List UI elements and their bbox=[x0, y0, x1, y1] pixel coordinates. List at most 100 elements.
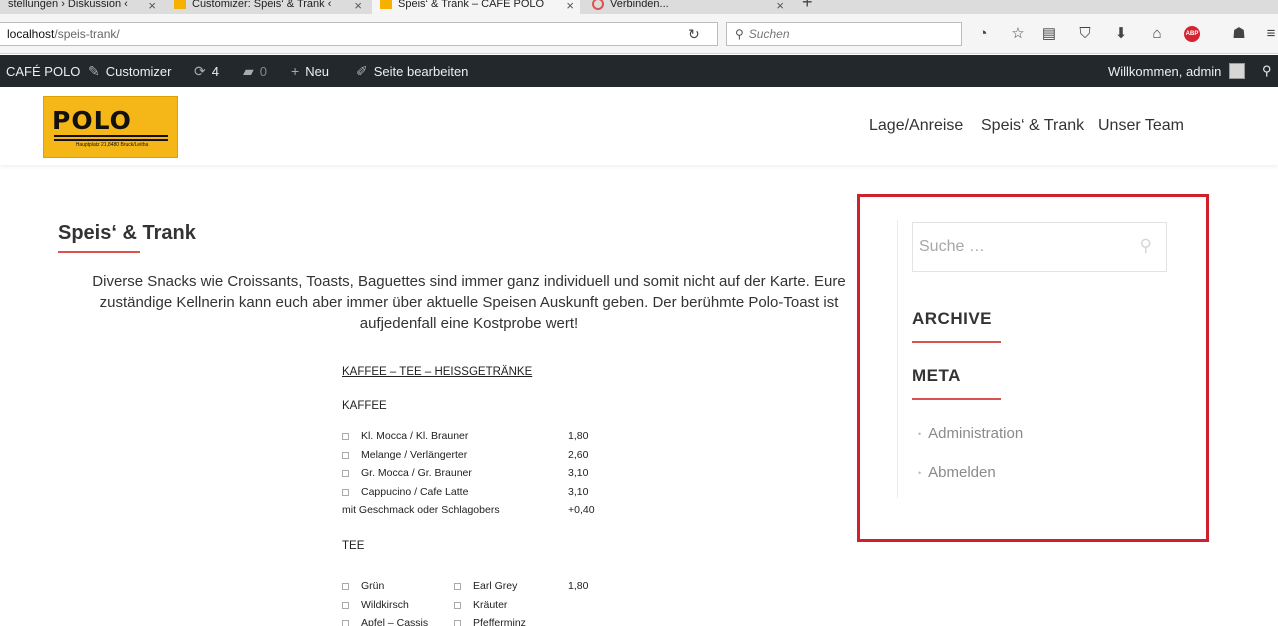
menu-item: Kl. Mocca / Kl. Brauner 1,80 bbox=[330, 430, 630, 444]
browser-tab[interactable]: Customizer: Speis‘ & Trank ‹ × bbox=[166, 0, 368, 14]
comments-count: 0 bbox=[259, 63, 268, 79]
updates-icon: ⟳ bbox=[194, 62, 206, 79]
site-name-label: CAFÉ POLO bbox=[6, 63, 81, 79]
title-underline bbox=[58, 251, 140, 253]
tab-close-icon[interactable]: × bbox=[566, 0, 574, 13]
url-bar[interactable]: localhost/speis-trank/ bbox=[0, 22, 718, 46]
menu-item-price: 2,60 bbox=[568, 449, 589, 461]
browser-tab[interactable]: Verbinden... × bbox=[584, 0, 790, 14]
menu-section-kaffee: KAFFEE bbox=[342, 400, 387, 412]
extension-icon[interactable]: ☗ bbox=[1230, 25, 1248, 43]
admin-updates-link[interactable]: ⟳ 4 bbox=[194, 55, 219, 87]
bullet-box bbox=[454, 602, 461, 609]
browser-search-input[interactable]: ⚲ Suchen bbox=[726, 22, 962, 46]
tab-label: Speis‘ & Trank – CAFÉ POLO bbox=[398, 0, 545, 10]
site-logo[interactable]: POLO Hauptplatz 21,8480 Bruck/Leitha bbox=[43, 96, 178, 158]
tab-label: stellungen › Diskussion ‹ bbox=[8, 0, 128, 10]
tab-favicon-icon bbox=[380, 0, 392, 9]
tab-close-icon[interactable]: × bbox=[776, 0, 784, 13]
intro-text: Diverse Snacks wie Croissants, Toasts, B… bbox=[76, 271, 862, 334]
nav-item-lage-anreise[interactable]: Lage/Anreise bbox=[869, 117, 963, 135]
customizer-label: Customizer bbox=[105, 63, 172, 79]
browser-tab-strip: stellungen › Diskussion ‹ × Customizer: … bbox=[0, 0, 1278, 14]
menu-item: Wildkirsch Kräuter bbox=[330, 599, 630, 613]
menu-item-price: 3,10 bbox=[568, 467, 589, 479]
bullet-box bbox=[342, 602, 349, 609]
menu-item-name: Melange / Verlängerter bbox=[361, 449, 468, 461]
page-title: Speis‘ & Trank bbox=[58, 222, 196, 244]
menu-heading: KAFFEE – TEE – HEISSGETRÄNKE bbox=[342, 366, 533, 378]
brush-icon: ✎ bbox=[88, 62, 100, 79]
menu-item-extra: mit Geschmack oder Schlagobers +0,40 bbox=[330, 504, 630, 518]
search-icon: ⚲ bbox=[1262, 63, 1272, 78]
star-icon[interactable]: ☆ bbox=[1009, 25, 1027, 43]
adblock-icon[interactable]: ABP bbox=[1184, 26, 1200, 42]
menu-item-name: Kräuter bbox=[473, 599, 508, 611]
menu-item-name: Pfefferminz bbox=[473, 617, 526, 626]
updates-count: 4 bbox=[211, 63, 219, 79]
menu-item-price: 3,10 bbox=[568, 486, 589, 498]
browser-navbar: localhost/speis-trank/ ↻ ⚲ Suchen ◔ ☆ ▤ … bbox=[0, 14, 1278, 54]
admin-site-name[interactable]: CAFÉ POLO bbox=[6, 55, 80, 87]
tab-favicon-icon bbox=[174, 0, 186, 9]
intro-line: Diverse Snacks wie Croissants, Toasts, B… bbox=[92, 273, 846, 290]
menu-item-name: Gr. Mocca / Gr. Brauner bbox=[361, 467, 472, 479]
wp-admin-bar: CAFÉ POLO ✎ Customizer ⟳ 4 ▰ 0 + Neu ✐ S… bbox=[0, 55, 1278, 87]
tab-close-icon[interactable]: × bbox=[148, 0, 156, 13]
new-label: Neu bbox=[305, 63, 330, 79]
admin-account-menu[interactable]: Willkommen, admin bbox=[1108, 55, 1246, 87]
menu-icon[interactable]: ≡ bbox=[1262, 25, 1278, 43]
pocket-icon[interactable]: ⛉ bbox=[1076, 25, 1094, 43]
bullet-box bbox=[342, 620, 349, 626]
search-icon: ⚲ bbox=[735, 27, 744, 41]
admin-customizer-link[interactable]: ✎ Customizer bbox=[88, 55, 171, 87]
menu-item-name: Earl Grey bbox=[473, 580, 518, 592]
admin-edit-page-link[interactable]: ✐ Seite bearbeiten bbox=[356, 55, 468, 87]
tab-label: Customizer: Speis‘ & Trank ‹ bbox=[192, 0, 332, 10]
browser-tab-active[interactable]: Speis‘ & Trank – CAFÉ POLO × bbox=[372, 0, 580, 14]
search-placeholder: Suchen bbox=[748, 27, 790, 41]
menu-item: Grün Earl Grey 1,80 bbox=[330, 580, 630, 594]
tab-label: Verbinden... bbox=[610, 0, 669, 10]
menu-item: Apfel – Cassis Pfefferminz bbox=[330, 617, 630, 626]
nav-item-speis-trank[interactable]: Speis‘ & Trank bbox=[981, 117, 1084, 135]
new-tab-icon[interactable]: + bbox=[802, 0, 813, 13]
tab-loading-icon bbox=[592, 0, 604, 10]
url-path: /speis-trank/ bbox=[54, 27, 120, 41]
admin-new-link[interactable]: + Neu bbox=[291, 55, 329, 87]
menu-item: Cappucino / Cafe Latte 3,10 bbox=[330, 486, 630, 500]
menu-item-price: 1,80 bbox=[568, 580, 589, 592]
menu-item-price: 1,80 bbox=[568, 430, 589, 442]
menu-item-name: Apfel – Cassis bbox=[361, 617, 429, 626]
nav-item-unser-team[interactable]: Unser Team bbox=[1098, 117, 1184, 135]
menu-item-name: Wildkirsch bbox=[361, 599, 409, 611]
plus-icon: + bbox=[291, 63, 300, 79]
admin-search-icon[interactable]: ⚲ bbox=[1262, 55, 1272, 87]
admin-comments-link[interactable]: ▰ 0 bbox=[243, 55, 267, 87]
welcome-label: Willkommen, admin bbox=[1108, 63, 1222, 79]
pencil-icon: ✐ bbox=[356, 62, 368, 79]
annotation-highlight-box bbox=[857, 194, 1209, 542]
logo-line bbox=[54, 139, 168, 141]
avatar bbox=[1229, 63, 1246, 79]
logo-address: Hauptplatz 21,8480 Bruck/Leitha bbox=[75, 142, 149, 148]
history-icon[interactable]: ◔ bbox=[974, 25, 992, 43]
clipboard-icon[interactable]: ▤ bbox=[1040, 25, 1058, 43]
tab-close-icon[interactable]: × bbox=[354, 0, 362, 13]
reload-icon[interactable]: ↻ bbox=[688, 26, 700, 43]
home-icon[interactable]: ⌂ bbox=[1148, 25, 1166, 43]
menu-item-name: mit Geschmack oder Schlagobers bbox=[342, 504, 500, 516]
bullet-box bbox=[342, 583, 349, 590]
bullet-box bbox=[342, 452, 349, 459]
bullet-box bbox=[342, 470, 349, 477]
bullet-box bbox=[342, 489, 349, 496]
menu-card-image: KAFFEE – TEE – HEISSGETRÄNKE KAFFEE Kl. … bbox=[330, 360, 630, 626]
menu-item-name: Kl. Mocca / Kl. Brauner bbox=[361, 430, 469, 442]
comment-icon: ▰ bbox=[243, 62, 254, 79]
browser-tab[interactable]: stellungen › Diskussion ‹ × bbox=[0, 0, 162, 14]
bullet-box bbox=[454, 583, 461, 590]
menu-section-tee: TEE bbox=[342, 540, 365, 552]
site-header: POLO Hauptplatz 21,8480 Bruck/Leitha Lag… bbox=[0, 87, 1278, 165]
download-icon[interactable]: ⬇ bbox=[1112, 25, 1130, 43]
menu-item-name: Grün bbox=[361, 580, 385, 592]
